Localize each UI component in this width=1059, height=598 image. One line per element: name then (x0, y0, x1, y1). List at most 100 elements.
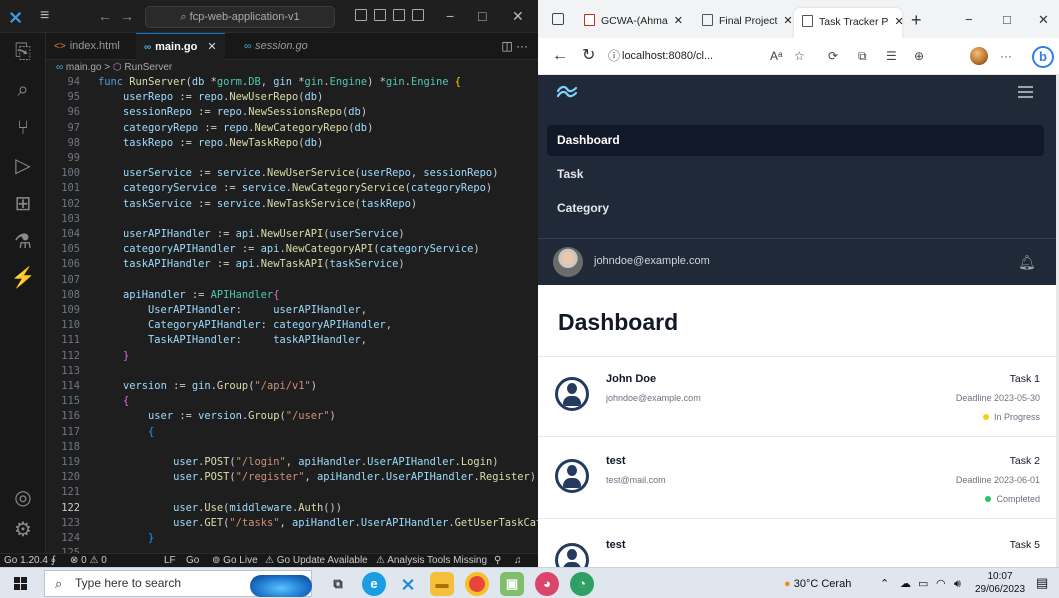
browser-tab-task-tracker[interactable]: Task Tracker P ✕ (794, 8, 904, 38)
tab-main-go[interactable]: ∞ main.go ✕ (136, 33, 225, 60)
address-bar[interactable]: localhost:8080/cl... (622, 44, 762, 68)
split-editor-more-actions[interactable]: ◫ ··· (501, 33, 528, 60)
code-line[interactable]: 110 CategoryAPIHandler: categoryAPIHandl… (46, 319, 538, 332)
tab-actions-icon[interactable] (552, 13, 564, 25)
nav-dashboard[interactable]: Dashboard (547, 125, 1044, 156)
system-clock[interactable]: 10:07 29/06/2023 (970, 570, 1030, 596)
windows-start-icon[interactable] (14, 577, 28, 591)
account-icon[interactable]: ◎ (10, 485, 36, 511)
extensions-icon[interactable]: ⟳ (828, 49, 838, 63)
minimize-icon[interactable]: − (446, 6, 454, 26)
nav-task[interactable]: Task (547, 159, 1044, 190)
notification-bell-icon[interactable]: 🔔︎ (1018, 253, 1036, 271)
close-icon[interactable]: ✕ (512, 6, 524, 26)
code-line[interactable]: 120 user.POST("/register", apiHandler.Us… (46, 471, 538, 484)
close-tab-icon[interactable]: ✕ (783, 15, 792, 27)
maximize-icon[interactable]: □ (1003, 10, 1011, 30)
code-editor[interactable]: 94 func RunServer(db *gorm.DB, gin *gin.E… (46, 76, 538, 553)
code-line[interactable]: 112 } (46, 350, 538, 363)
code-line[interactable]: 117 { (46, 426, 538, 439)
settings-gear-icon[interactable]: ⚙ (10, 517, 36, 543)
breadcrumb-file[interactable]: main.go (66, 62, 102, 73)
run-debug-icon[interactable]: ▷ (10, 153, 36, 179)
task-row[interactable]: test Task 5 (538, 523, 1056, 567)
collections-icon[interactable]: ⊕ (914, 49, 924, 63)
browser-tab-final-project[interactable]: Final Project ✕ (694, 7, 798, 35)
close-tab-icon[interactable]: ✕ (207, 41, 216, 53)
show-hidden-icons[interactable]: ⌃ (880, 576, 889, 592)
vscode-taskbar-icon[interactable]: ⨯ (396, 572, 420, 596)
code-line[interactable]: 115 { (46, 395, 538, 408)
code-line[interactable]: 119 user.POST("/login", apiHandler.UserA… (46, 456, 538, 469)
thunder-client-icon[interactable]: ⚡ (10, 265, 36, 291)
photos-app-icon[interactable]: ▣ (500, 572, 524, 596)
task-view-icon[interactable]: ⧉ (326, 572, 350, 596)
code-line[interactable]: 124 } (46, 532, 538, 545)
toggle-sidebar-icon[interactable] (355, 9, 367, 21)
close-tab-icon[interactable]: ✕ (674, 15, 683, 27)
nav-category[interactable]: Category (547, 193, 1044, 224)
close-icon[interactable]: ✕ (1038, 10, 1049, 30)
status-go-update[interactable]: ⚠ Go Update Available (265, 554, 368, 567)
menu-icon[interactable]: ≡ (40, 8, 49, 24)
wifi-icon[interactable]: ◠ (936, 576, 946, 592)
status-analysis-tools[interactable]: ⚠ Analysis Tools Missing (376, 554, 487, 567)
command-center-search[interactable]: ⌕ fcp-web-application-v1 (145, 6, 335, 28)
app-icon[interactable]: ◔ (570, 572, 594, 596)
notifications-bell-icon[interactable]: ♫ (514, 554, 522, 567)
tab-session-go[interactable]: ∞ session.go (236, 33, 316, 60)
onedrive-icon[interactable]: ☁ (900, 576, 911, 592)
new-tab-button[interactable]: + (911, 10, 922, 30)
code-line[interactable]: 94 func RunServer(db *gorm.DB, gin *gin.E… (46, 76, 538, 89)
app-icon[interactable]: ◕ (535, 572, 559, 596)
taskbar-search-box[interactable]: ⌕ Type here to search (44, 570, 312, 597)
testing-icon[interactable]: ⚗ (10, 229, 36, 255)
minimize-icon[interactable]: − (965, 10, 973, 30)
toggle-panel-icon[interactable] (374, 9, 386, 21)
chrome-icon[interactable] (465, 572, 489, 596)
file-explorer-icon[interactable]: ▬ (430, 572, 454, 596)
tab-index-html[interactable]: <> index.html (46, 33, 128, 60)
edge-browser-icon[interactable]: e (362, 572, 386, 596)
task-row[interactable]: test test@mail.com Task 2 Deadline 2023-… (538, 439, 1056, 519)
code-line[interactable]: 97 categoryRepo := repo.NewCategoryRepo(… (46, 122, 538, 135)
weather-widget[interactable]: ● 30°C Cerah (784, 576, 851, 592)
code-line[interactable]: 122 user.Use(middleware.Auth()) (46, 502, 538, 515)
code-line[interactable]: 104 userAPIHandler := api.NewUserAPI(use… (46, 228, 538, 241)
code-line[interactable]: 114 version := gin.Group("/api/v1") (46, 380, 538, 393)
user-avatar[interactable] (553, 247, 583, 277)
forward-arrow-icon[interactable]: → (120, 8, 134, 24)
back-arrow-icon[interactable]: ← (98, 8, 112, 24)
info-icon[interactable]: ⓘ (608, 49, 620, 63)
read-aloud-icon[interactable]: Aᵃ (770, 49, 782, 63)
code-line[interactable]: 109 UserAPIHandler: userAPIHandler, (46, 304, 538, 317)
customize-layout-icon[interactable] (412, 9, 424, 21)
code-line[interactable]: 100 userService := service.NewUserServic… (46, 167, 538, 180)
notification-center-icon[interactable]: ▤ (1036, 575, 1048, 591)
explorer-icon[interactable]: ⎘ (10, 39, 36, 65)
code-line[interactable]: 102 taskService := service.NewTaskServic… (46, 198, 538, 211)
refresh-icon[interactable]: ↻ (582, 47, 595, 65)
maximize-icon[interactable]: □ (478, 6, 486, 26)
profile-avatar[interactable] (970, 47, 988, 65)
status-language[interactable]: Go (186, 554, 199, 567)
more-options-icon[interactable]: ··· (1000, 49, 1012, 63)
status-go-live[interactable]: ⊚ Go Live (212, 554, 258, 567)
split-screen-icon[interactable]: ⧉ (858, 49, 867, 63)
favorite-star-icon[interactable]: ☆ (794, 49, 805, 63)
status-eol[interactable]: LF (164, 554, 176, 567)
code-line[interactable]: 96 sessionRepo := repo.NewSessionsRepo(d… (46, 106, 538, 119)
battery-icon[interactable]: ▭ (918, 576, 928, 592)
code-line[interactable]: 123 user.GET("/tasks", apiHandler.UserAP… (46, 517, 538, 530)
hamburger-menu-icon[interactable] (1018, 86, 1033, 98)
bing-chat-icon[interactable]: b (1032, 46, 1054, 68)
code-line[interactable]: 108 apiHandler := APIHandler{ (46, 289, 538, 302)
extensions-icon[interactable]: ⊞ (10, 191, 36, 217)
code-line[interactable]: 95 userRepo := repo.NewUserRepo(db) (46, 91, 538, 104)
breadcrumb-symbol[interactable]: RunServer (124, 62, 172, 73)
back-arrow-icon[interactable]: ← (552, 47, 568, 65)
status-go-version[interactable]: Go 1.20.4 ∮ (4, 554, 56, 567)
code-line[interactable]: 99 (46, 152, 538, 165)
code-line[interactable]: 113 (46, 365, 538, 378)
code-line[interactable]: 111 TaskAPIHandler: taskAPIHandler, (46, 334, 538, 347)
